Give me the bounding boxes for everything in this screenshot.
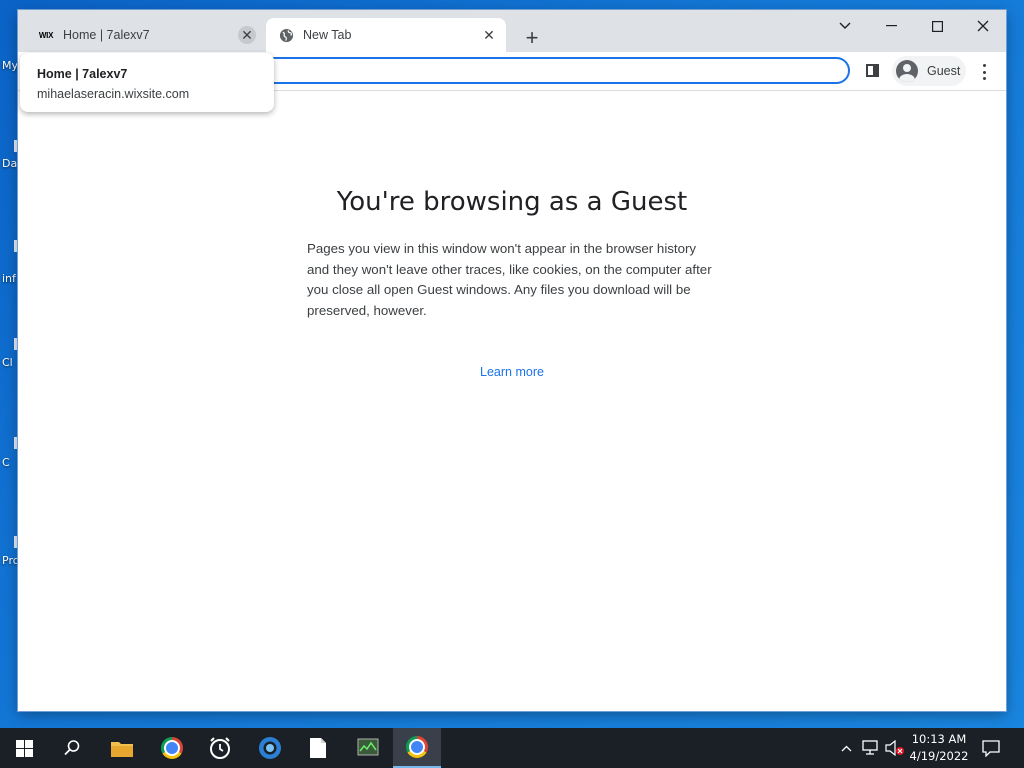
close-icon	[977, 20, 989, 32]
tab-home-7alexv7[interactable]: WIX Home | 7alexv7 ✕	[26, 18, 264, 52]
chrome-active-taskbar-button[interactable]	[393, 728, 441, 768]
desktop-icon-label[interactable]: Cl	[2, 356, 13, 369]
profile-label: Guest	[927, 64, 961, 78]
side-panel-icon[interactable]	[866, 64, 879, 77]
guest-description: Pages you view in this window won't appe…	[307, 241, 712, 318]
maximize-icon	[931, 20, 943, 32]
desktop-icon-fragment	[14, 437, 17, 449]
notepad-button[interactable]	[294, 728, 342, 768]
browser-window: WIX Home | 7alexv7 ✕ New Tab ✕ + Guest H…	[18, 10, 1006, 711]
document-icon	[310, 738, 326, 758]
globe-icon	[278, 27, 294, 43]
search-icon	[64, 740, 80, 756]
page-content: You're browsing as a Guest Pages you vie…	[18, 91, 1006, 711]
search-button[interactable]	[48, 728, 96, 768]
taskbar: 10:13 AM 4/19/2022	[0, 728, 1024, 768]
profile-button[interactable]: Guest	[892, 56, 966, 86]
desktop-icon-fragment	[14, 240, 17, 252]
tab-close-icon[interactable]: ✕	[238, 26, 256, 44]
minimize-button[interactable]	[868, 10, 914, 42]
chrome-taskbar-button[interactable]	[148, 728, 196, 768]
desktop-icon-label[interactable]: C	[2, 456, 10, 469]
clock-app-button[interactable]	[196, 728, 244, 768]
windows-icon	[15, 739, 33, 757]
desktop-icon-label[interactable]: Da	[2, 157, 17, 170]
file-explorer-button[interactable]	[98, 728, 146, 768]
chrome-icon	[161, 737, 183, 759]
tab-title: New Tab	[303, 28, 352, 42]
maximize-button[interactable]	[914, 10, 960, 42]
folder-icon	[111, 741, 133, 757]
wix-icon: WIX	[38, 30, 54, 40]
tab-strip: WIX Home | 7alexv7 ✕ New Tab ✕ +	[18, 10, 1006, 52]
learn-more-link[interactable]: Learn more	[480, 365, 544, 379]
app-circle-icon	[259, 737, 281, 759]
alarm-clock-icon	[210, 737, 230, 759]
chevron-up-icon	[841, 745, 851, 751]
desktop-icon-label[interactable]: My	[2, 59, 18, 72]
chrome-icon	[406, 736, 428, 758]
desktop-icon-fragment	[14, 140, 17, 152]
tab-search-button[interactable]	[822, 10, 868, 42]
volume-muted-icon	[885, 740, 904, 756]
hover-card-title: Home | 7alexv7	[37, 67, 128, 81]
page-title: You're browsing as a Guest	[336, 187, 688, 217]
clock-date: 4/19/2022	[909, 749, 969, 763]
desktop-icon-label[interactable]: inf	[2, 272, 16, 285]
taskbar-clock[interactable]: 10:13 AM 4/19/2022	[906, 731, 972, 765]
learn-more-wrapper: Learn more	[18, 365, 1006, 379]
tab-close-icon[interactable]: ✕	[480, 26, 498, 44]
more-menu-icon[interactable]	[976, 62, 992, 82]
tab-title: Home | 7alexv7	[63, 28, 150, 42]
action-center-button[interactable]	[978, 728, 1004, 768]
network-button[interactable]	[860, 728, 882, 768]
desktop-icon-fragment	[14, 536, 17, 548]
address-bar[interactable]	[258, 57, 850, 84]
close-window-button[interactable]	[960, 10, 1006, 42]
hover-card-url: mihaelaseracin.wixsite.com	[37, 87, 190, 101]
notification-icon	[982, 739, 1000, 757]
tab-hover-card: Home | 7alexv7 mihaelaseracin.wixsite.co…	[20, 53, 274, 112]
clock-time: 10:13 AM	[911, 732, 967, 746]
chevron-down-icon	[839, 22, 851, 29]
show-hidden-icons-button[interactable]	[836, 728, 856, 768]
volume-button[interactable]	[884, 728, 906, 768]
task-manager-button[interactable]	[344, 728, 392, 768]
start-button[interactable]	[0, 728, 48, 768]
desktop-icon-fragment	[14, 338, 17, 350]
tab-new-tab[interactable]: New Tab ✕	[266, 18, 506, 52]
new-tab-button[interactable]: +	[518, 25, 546, 51]
desktop-icon-label[interactable]: Pro	[2, 554, 19, 567]
app-taskbar-button[interactable]	[246, 728, 294, 768]
minimize-icon	[885, 25, 897, 27]
network-icon	[862, 740, 878, 755]
avatar	[896, 60, 918, 82]
task-manager-icon	[357, 738, 379, 756]
